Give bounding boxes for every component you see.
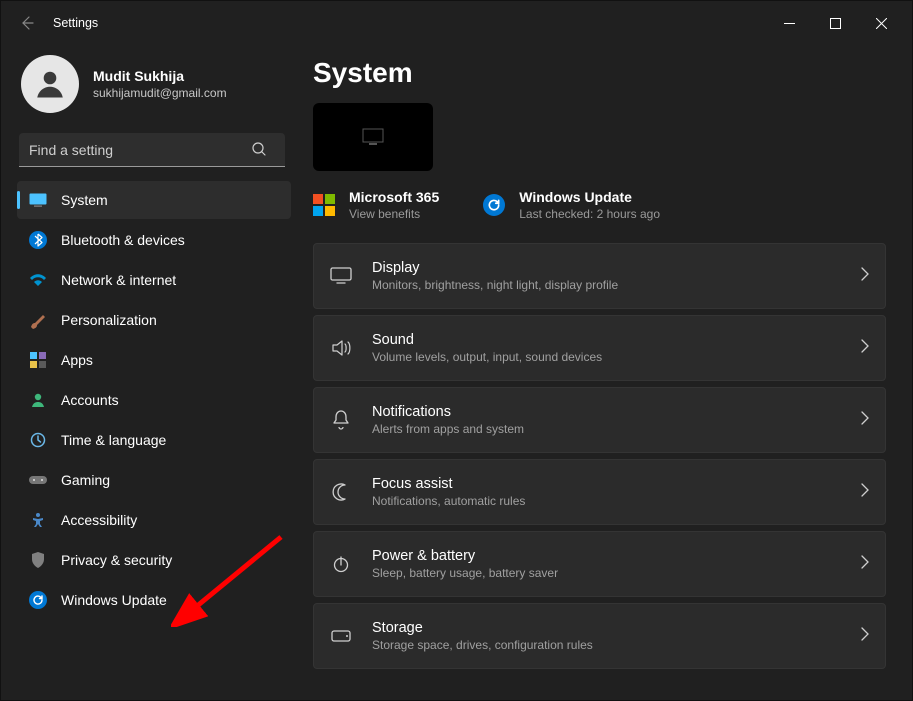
shield-icon	[29, 551, 47, 569]
avatar	[21, 55, 79, 113]
sidebar-item-label: Apps	[61, 352, 93, 368]
refresh-icon	[29, 591, 47, 609]
system-icon	[29, 191, 47, 209]
card-sound[interactable]: Sound Volume levels, output, input, soun…	[313, 315, 886, 381]
gaming-icon	[29, 471, 47, 489]
card-title: Notifications	[372, 404, 843, 420]
card-title: Power & battery	[372, 548, 843, 564]
drive-icon	[328, 630, 354, 642]
wifi-icon	[29, 271, 47, 289]
sidebar-item-label: Network & internet	[61, 272, 176, 288]
maximize-button[interactable]	[812, 7, 858, 39]
update-sub: Last checked: 2 hours ago	[519, 207, 660, 221]
sidebar-item-label: Accessibility	[61, 512, 137, 528]
sound-icon	[328, 339, 354, 357]
sidebar-item-label: Privacy & security	[61, 552, 172, 568]
windows-update-link[interactable]: Windows Update Last checked: 2 hours ago	[483, 189, 660, 221]
sidebar-item-accounts[interactable]: Accounts	[17, 381, 291, 419]
search-box[interactable]	[19, 133, 287, 167]
sidebar-item-personalization[interactable]: Personalization	[17, 301, 291, 339]
close-button[interactable]	[858, 7, 904, 39]
card-sub: Monitors, brightness, night light, displ…	[372, 278, 843, 292]
card-sub: Volume levels, output, input, sound devi…	[372, 350, 843, 364]
card-notifications[interactable]: Notifications Alerts from apps and syste…	[313, 387, 886, 453]
sidebar-item-label: Time & language	[61, 432, 166, 448]
ms365-sub: View benefits	[349, 207, 439, 221]
moon-icon	[328, 483, 354, 501]
sidebar-item-apps[interactable]: Apps	[17, 341, 291, 379]
card-focus[interactable]: Focus assist Notifications, automatic ru…	[313, 459, 886, 525]
chevron-right-icon	[861, 627, 869, 646]
settings-cards: Display Monitors, brightness, night ligh…	[313, 243, 886, 669]
back-button[interactable]	[15, 11, 39, 35]
chevron-right-icon	[861, 267, 869, 286]
refresh-icon	[483, 194, 505, 216]
accessibility-icon	[29, 511, 47, 529]
card-sub: Sleep, battery usage, battery saver	[372, 566, 843, 580]
ms365-title: Microsoft 365	[349, 189, 439, 205]
user-card[interactable]: Mudit Sukhija sukhijamudit@gmail.com	[17, 45, 291, 131]
sidebar-item-accessibility[interactable]: Accessibility	[17, 501, 291, 539]
card-title: Sound	[372, 332, 843, 348]
sidebar: Mudit Sukhija sukhijamudit@gmail.com Sys…	[1, 45, 301, 700]
desktop-preview[interactable]	[313, 103, 433, 171]
minimize-button[interactable]	[766, 7, 812, 39]
brush-icon	[29, 311, 47, 329]
card-display[interactable]: Display Monitors, brightness, night ligh…	[313, 243, 886, 309]
display-icon	[328, 267, 354, 285]
card-title: Display	[372, 260, 843, 276]
nav: System Bluetooth & devices Network & int…	[17, 181, 291, 619]
card-sub: Storage space, drives, configuration rul…	[372, 638, 843, 652]
chevron-right-icon	[861, 555, 869, 574]
sidebar-item-label: Accounts	[61, 392, 119, 408]
chevron-right-icon	[861, 483, 869, 502]
sidebar-item-privacy[interactable]: Privacy & security	[17, 541, 291, 579]
page-title: System	[313, 57, 886, 89]
sidebar-item-gaming[interactable]: Gaming	[17, 461, 291, 499]
sidebar-item-system[interactable]: System	[17, 181, 291, 219]
apps-icon	[29, 351, 47, 369]
card-title: Focus assist	[372, 476, 843, 492]
sidebar-item-network[interactable]: Network & internet	[17, 261, 291, 299]
ms365-link[interactable]: Microsoft 365 View benefits	[313, 189, 439, 221]
chevron-right-icon	[861, 411, 869, 430]
power-icon	[328, 555, 354, 573]
sidebar-item-time[interactable]: Time & language	[17, 421, 291, 459]
card-sub: Notifications, automatic rules	[372, 494, 843, 508]
user-name: Mudit Sukhija	[93, 68, 227, 84]
sidebar-item-label: System	[61, 192, 108, 208]
ms365-icon	[313, 194, 335, 216]
search-icon	[251, 141, 267, 157]
sidebar-item-label: Personalization	[61, 312, 157, 328]
update-title: Windows Update	[519, 189, 660, 205]
chevron-right-icon	[861, 339, 869, 358]
card-title: Storage	[372, 620, 843, 636]
card-storage[interactable]: Storage Storage space, drives, configura…	[313, 603, 886, 669]
clock-icon	[29, 431, 47, 449]
sidebar-item-windows-update[interactable]: Windows Update	[17, 581, 291, 619]
sidebar-item-label: Bluetooth & devices	[61, 232, 185, 248]
sidebar-item-label: Gaming	[61, 472, 110, 488]
sidebar-item-label: Windows Update	[61, 592, 167, 608]
person-icon	[29, 391, 47, 409]
main-content: System Microsoft 365 View benefits	[301, 45, 912, 700]
sidebar-item-bluetooth[interactable]: Bluetooth & devices	[17, 221, 291, 259]
user-email: sukhijamudit@gmail.com	[93, 86, 227, 100]
titlebar: Settings	[1, 1, 912, 45]
search-input[interactable]	[19, 133, 285, 167]
bell-icon	[328, 410, 354, 430]
bluetooth-icon	[29, 231, 47, 249]
card-power[interactable]: Power & battery Sleep, battery usage, ba…	[313, 531, 886, 597]
window-title: Settings	[53, 16, 98, 30]
card-sub: Alerts from apps and system	[372, 422, 843, 436]
